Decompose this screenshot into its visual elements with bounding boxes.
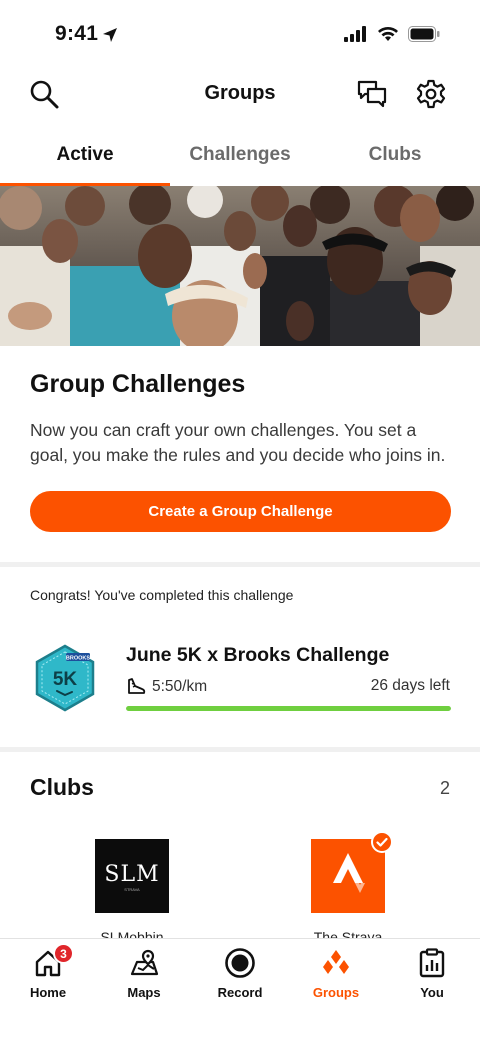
- challenge-progress-fill: [126, 706, 451, 711]
- map-icon: [130, 949, 159, 976]
- promo-title: Group Challenges: [30, 370, 246, 398]
- you-icon: [419, 948, 445, 978]
- battery-icon: [408, 26, 440, 42]
- club-logo-strava: [311, 831, 393, 913]
- wifi-icon: [378, 27, 398, 41]
- home-notification-badge: 3: [53, 943, 74, 964]
- tab-challenges[interactable]: Challenges: [170, 124, 310, 186]
- groups-icon: [323, 950, 349, 974]
- badge-distance-label: 5K: [53, 669, 78, 690]
- status-bar: 9:41: [0, 0, 480, 64]
- record-icon: [225, 948, 255, 978]
- nav-you[interactable]: You: [384, 939, 480, 1040]
- messages-button[interactable]: [354, 76, 390, 112]
- slm-logo: SLM STRAVA: [104, 862, 159, 892]
- cellular-signal-icon: [344, 26, 366, 42]
- tab-active[interactable]: Active: [0, 124, 170, 186]
- nav-home-label: Home: [29, 985, 67, 1000]
- clubs-section: Clubs 2 SLM STRAVA SLMobbin The Strava: [0, 752, 480, 938]
- promo-description: Now you can craft your own challenges. Y…: [30, 420, 446, 465]
- tab-active-label: Active: [56, 144, 114, 165]
- tab-clubs-label: Clubs: [368, 144, 422, 165]
- create-group-challenge-button[interactable]: Create a Group Challenge: [30, 491, 451, 532]
- nav-record[interactable]: Record: [192, 939, 288, 1040]
- club-name: The Strava: [313, 929, 383, 938]
- group-challenges-hero-image: [0, 186, 480, 346]
- club-item-strava[interactable]: The Strava: [273, 831, 423, 938]
- location-arrow-icon: [103, 28, 117, 42]
- nav-groups[interactable]: Groups: [288, 939, 384, 1040]
- club-logo-slmobbin: SLM STRAVA: [95, 839, 169, 913]
- club-item-slmobbin[interactable]: SLM STRAVA SLMobbin: [57, 839, 207, 938]
- nav-maps-label: Maps: [127, 985, 161, 1000]
- challenge-name: June 5K x Brooks Challenge: [126, 644, 390, 666]
- clubs-count: 2: [439, 778, 450, 798]
- top-header: Groups: [0, 64, 480, 124]
- verified-icon: [371, 831, 393, 853]
- nav-groups-label: Groups: [312, 985, 360, 1000]
- status-time: 9:41: [55, 22, 99, 45]
- group-tabs: Active Challenges Clubs: [0, 124, 480, 186]
- slm-logo-text: SLM: [104, 862, 159, 887]
- club-name: SLMobbin: [100, 929, 164, 938]
- nav-record-label: Record: [217, 985, 263, 1000]
- congrats-text: Congrats! You've completed this challeng…: [30, 587, 294, 603]
- clubs-title: Clubs: [30, 774, 94, 800]
- nav-you-label: You: [420, 985, 444, 1000]
- bottom-navigation: 3 Home Maps Record Groups You: [0, 938, 480, 1040]
- crowd-photo: [0, 186, 480, 346]
- group-challenges-promo: Group Challenges Now you can craft your …: [0, 346, 480, 562]
- challenge-pace: 5:50/km: [126, 677, 207, 697]
- challenge-badge-icon: BROOKS 5K: [35, 644, 95, 712]
- gear-icon: [416, 79, 446, 109]
- nav-home[interactable]: 3 Home: [0, 939, 96, 1040]
- tab-challenges-label: Challenges: [189, 144, 291, 165]
- challenge-progress-bar: [126, 706, 451, 711]
- challenge-days-left: 26 days left: [370, 677, 450, 694]
- slm-logo-sub: STRAVA: [124, 887, 140, 892]
- settings-button[interactable]: [413, 76, 449, 112]
- challenge-pace-value: 5:50/km: [152, 678, 208, 695]
- status-indicators: [344, 26, 440, 42]
- nav-maps[interactable]: Maps: [96, 939, 192, 1040]
- badge-brand-label: BROOKS: [66, 656, 90, 662]
- tab-clubs[interactable]: Clubs: [310, 124, 480, 186]
- completed-challenge-card[interactable]: Congrats! You've completed this challeng…: [0, 567, 480, 747]
- page-title: Groups: [204, 82, 276, 104]
- shoe-icon: [128, 678, 146, 694]
- chat-bubbles-icon: [357, 80, 387, 108]
